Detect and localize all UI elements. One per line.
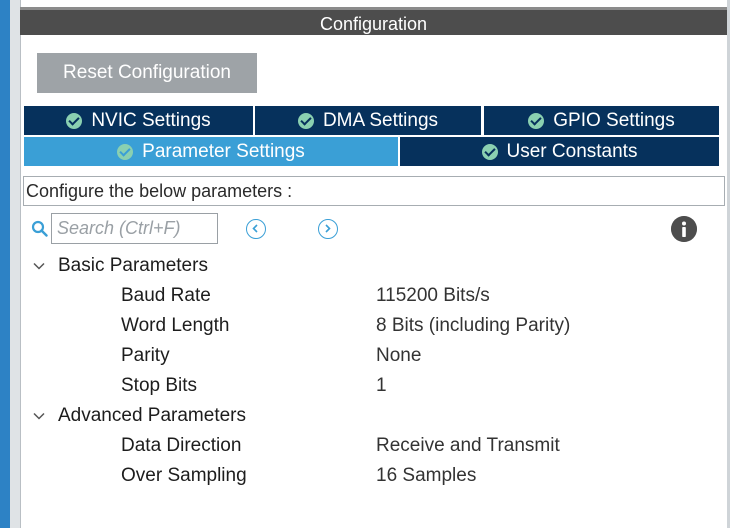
- tab-user-constants[interactable]: User Constants: [400, 137, 719, 166]
- tab-label: Parameter Settings: [142, 140, 305, 162]
- param-name: Baud Rate: [121, 285, 211, 306]
- check-circle-icon: [297, 112, 314, 129]
- section-title: Basic Parameters: [58, 255, 208, 276]
- param-row[interactable]: Over Sampling 16 Samples: [0, 461, 727, 491]
- tab-label: User Constants: [506, 140, 638, 162]
- tab-nvic-settings[interactable]: NVIC Settings: [24, 106, 253, 135]
- section-title: Advanced Parameters: [58, 405, 246, 426]
- param-name: Parity: [121, 345, 170, 366]
- tab-gpio-settings[interactable]: GPIO Settings: [484, 106, 719, 135]
- chevron-down-icon: [33, 412, 45, 420]
- param-row[interactable]: Data Direction Receive and Transmit: [0, 431, 727, 461]
- tab-dma-settings[interactable]: DMA Settings: [255, 106, 481, 135]
- chevron-left-icon: [252, 224, 258, 233]
- param-row[interactable]: Word Length 8 Bits (including Parity): [0, 311, 727, 341]
- chevron-down-icon: [33, 262, 45, 270]
- search-input[interactable]: [51, 213, 218, 244]
- param-value: 1: [376, 375, 387, 396]
- panel-title: Configuration: [20, 7, 727, 35]
- param-row[interactable]: Parity None: [0, 341, 727, 371]
- param-name: Stop Bits: [121, 375, 198, 396]
- param-value: None: [376, 345, 422, 366]
- check-circle-icon: [66, 112, 83, 129]
- param-value: 8 Bits (including Parity): [376, 315, 571, 336]
- check-circle-icon: [481, 143, 498, 160]
- info-icon[interactable]: [671, 216, 697, 242]
- tab-label: NVIC Settings: [91, 109, 211, 131]
- reset-configuration-button[interactable]: Reset Configuration: [37, 53, 257, 93]
- previous-result-button[interactable]: [246, 219, 266, 239]
- search-icon[interactable]: [31, 220, 48, 237]
- param-name: Word Length: [121, 315, 230, 336]
- param-value: Receive and Transmit: [376, 435, 560, 456]
- chevron-right-icon: [325, 224, 331, 233]
- param-name: Data Direction: [121, 435, 242, 456]
- section-basic-parameters[interactable]: Basic Parameters: [32, 251, 208, 281]
- param-row[interactable]: Baud Rate 115200 Bits/s: [0, 281, 727, 311]
- param-value: 16 Samples: [376, 465, 477, 486]
- parameters-description: Configure the below parameters :: [23, 176, 725, 206]
- check-circle-icon: [528, 112, 545, 129]
- param-row[interactable]: Stop Bits 1: [0, 371, 727, 401]
- param-value: 115200 Bits/s: [376, 285, 490, 306]
- param-name: Over Sampling: [121, 465, 247, 486]
- tab-parameter-settings[interactable]: Parameter Settings: [24, 137, 398, 166]
- tab-label: DMA Settings: [322, 109, 439, 131]
- tab-label: GPIO Settings: [553, 109, 675, 131]
- section-advanced-parameters[interactable]: Advanced Parameters: [32, 401, 246, 431]
- check-circle-icon: [117, 143, 134, 160]
- next-result-button[interactable]: [318, 219, 338, 239]
